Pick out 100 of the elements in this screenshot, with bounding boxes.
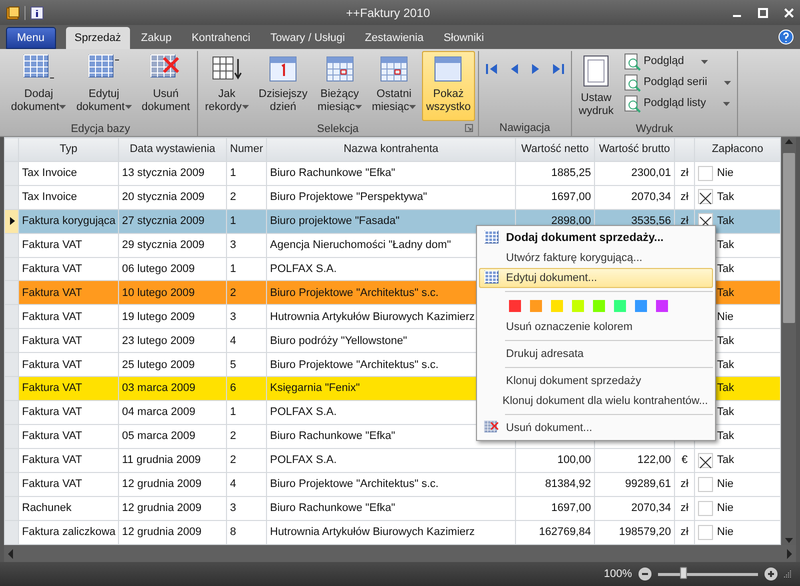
table-cell: Faktura VAT — [18, 328, 118, 353]
scroll-right-icon[interactable] — [786, 548, 792, 558]
column-header[interactable]: Wartość netto — [516, 138, 594, 162]
ribbon-button[interactable]: Dodaj dokument — [7, 51, 70, 121]
ribbon-button[interactable]: Usuń dokument — [138, 51, 194, 121]
ribbon-button[interactable]: Ustaw wydruk — [574, 51, 618, 121]
calendar-icon — [267, 54, 300, 84]
tab[interactable]: Kontrahenci — [182, 27, 260, 49]
tab[interactable]: Sprzedaż — [66, 27, 130, 49]
table-cell: 27 stycznia 2009 — [118, 209, 226, 234]
help-icon[interactable] — [778, 29, 794, 45]
checkbox[interactable] — [698, 452, 713, 468]
color-swatch[interactable] — [572, 300, 584, 312]
table-cell: zł — [674, 496, 694, 520]
window-icon — [432, 54, 464, 84]
table-cell: 04 marca 2009 — [118, 400, 226, 425]
ribbon-button[interactable]: Dzisiejszy dzień — [254, 51, 312, 121]
tab[interactable]: Słowniki — [434, 27, 493, 49]
table-cell: 20 stycznia 2009 — [118, 185, 226, 210]
table-cell: Tax Invoice — [18, 161, 118, 186]
column-header[interactable]: Numer — [226, 138, 266, 162]
ribbon-button[interactable]: Edytuj dokument — [72, 51, 136, 121]
ribbon-button[interactable]: Podgląd listy — [620, 93, 734, 114]
table-cell: zł — [674, 161, 694, 186]
first-icon[interactable] — [484, 62, 499, 76]
column-header[interactable]: Nazwa kontrahenta — [266, 138, 516, 162]
menu-button[interactable]: Menu — [6, 27, 56, 49]
table-cell: Faktura VAT — [18, 400, 118, 425]
vertical-scrollbar[interactable] — [781, 137, 796, 545]
slider-thumb[interactable] — [680, 566, 687, 578]
table-icon — [484, 270, 500, 286]
scroll-left-icon[interactable] — [8, 548, 14, 558]
group-label: Nawigacja — [499, 121, 550, 136]
table-cell: 10 lutego 2009 — [118, 280, 226, 305]
calendar-icon — [378, 54, 410, 84]
table-cell: 2070,34 — [594, 496, 674, 520]
tab[interactable]: Zestawienia — [356, 27, 433, 49]
table-cell: 1697,00 — [516, 496, 594, 520]
table-cell: zł — [674, 472, 694, 497]
checkbox-label: Tak — [717, 190, 734, 203]
horizontal-scrollbar[interactable] — [4, 545, 796, 562]
table-cell: Faktura VAT — [18, 376, 118, 401]
table-cell: 3 — [226, 233, 266, 257]
checkbox[interactable] — [698, 189, 713, 204]
table-cell: 4 — [226, 472, 266, 497]
table-cell: zł — [674, 185, 694, 210]
table-cell: 2300,01 — [594, 161, 674, 186]
checkbox[interactable] — [698, 524, 713, 540]
color-swatch[interactable] — [635, 300, 647, 312]
last-icon[interactable] — [550, 62, 565, 76]
table-cell: 4 — [226, 328, 266, 353]
ribbon-button[interactable]: Pokaż wszystko — [422, 51, 475, 121]
column-header[interactable]: Zapłacono — [694, 138, 780, 162]
table-cell: 81384,92 — [516, 472, 594, 497]
color-swatch[interactable] — [593, 300, 605, 312]
color-swatch[interactable] — [509, 300, 521, 312]
checkbox-label: Tak — [717, 238, 734, 251]
table-cell: 03 marca 2009 — [118, 376, 226, 401]
color-swatch[interactable] — [614, 300, 626, 312]
table-cell: 99289,61 — [594, 472, 674, 497]
zoom-out-icon[interactable] — [638, 567, 652, 581]
table-cell: Tax Invoice — [18, 185, 118, 210]
table-cell: 2 — [226, 424, 266, 449]
checkbox-label: Tak — [717, 262, 734, 275]
checkbox-label: Nie — [717, 310, 734, 323]
checkbox-label: Tak — [717, 358, 734, 371]
group-label: Selekcja — [317, 122, 359, 137]
table-cell: Faktura VAT — [18, 280, 118, 305]
tab[interactable]: Towary / Usługi — [261, 27, 354, 49]
launcher-icon[interactable] — [464, 124, 473, 132]
table-cell: 2 — [226, 280, 266, 305]
tab[interactable]: Zakup — [132, 27, 181, 49]
ribbon-button[interactable]: Ostatni miesiąc — [368, 51, 420, 121]
ribbon-button[interactable]: Podgląd — [620, 51, 734, 72]
checkbox[interactable] — [698, 166, 713, 180]
menu-item[interactable]: Edytuj dokument... — [479, 268, 713, 288]
ribbon-button[interactable]: Bieżący miesiąc — [314, 51, 366, 121]
column-header[interactable]: Wartość brutto — [594, 138, 674, 162]
table-cell: Biuro Rachunkowe "Efka" — [266, 496, 516, 520]
table-cell: 3 — [226, 304, 266, 329]
maximize-icon[interactable] — [758, 8, 768, 18]
column-header[interactable]: Typ — [18, 138, 118, 162]
table-cell: € — [674, 448, 694, 473]
table-cell: 11 grudnia 2009 — [118, 448, 226, 473]
checkbox[interactable] — [698, 476, 713, 492]
table-cell: 12 grudnia 2009 — [118, 496, 226, 520]
column-header[interactable]: Data wystawienia — [118, 138, 226, 162]
color-swatch[interactable] — [656, 300, 668, 312]
table-cell: 29 stycznia 2009 — [118, 233, 226, 257]
checkbox[interactable] — [698, 500, 713, 516]
resize-grip-icon[interactable] — [784, 570, 792, 578]
ribbon-button[interactable]: Podgląd serii — [620, 72, 734, 93]
color-swatch[interactable] — [551, 300, 563, 312]
color-swatch[interactable] — [530, 300, 542, 312]
ribbon-button[interactable]: Jak rekordy — [200, 51, 253, 121]
close-icon[interactable] — [784, 8, 794, 18]
table-cell: 23 lutego 2009 — [118, 328, 226, 353]
info-icon[interactable] — [30, 6, 44, 20]
checkbox-label: Tak — [717, 406, 734, 418]
zoom-in-icon[interactable] — [764, 567, 778, 581]
